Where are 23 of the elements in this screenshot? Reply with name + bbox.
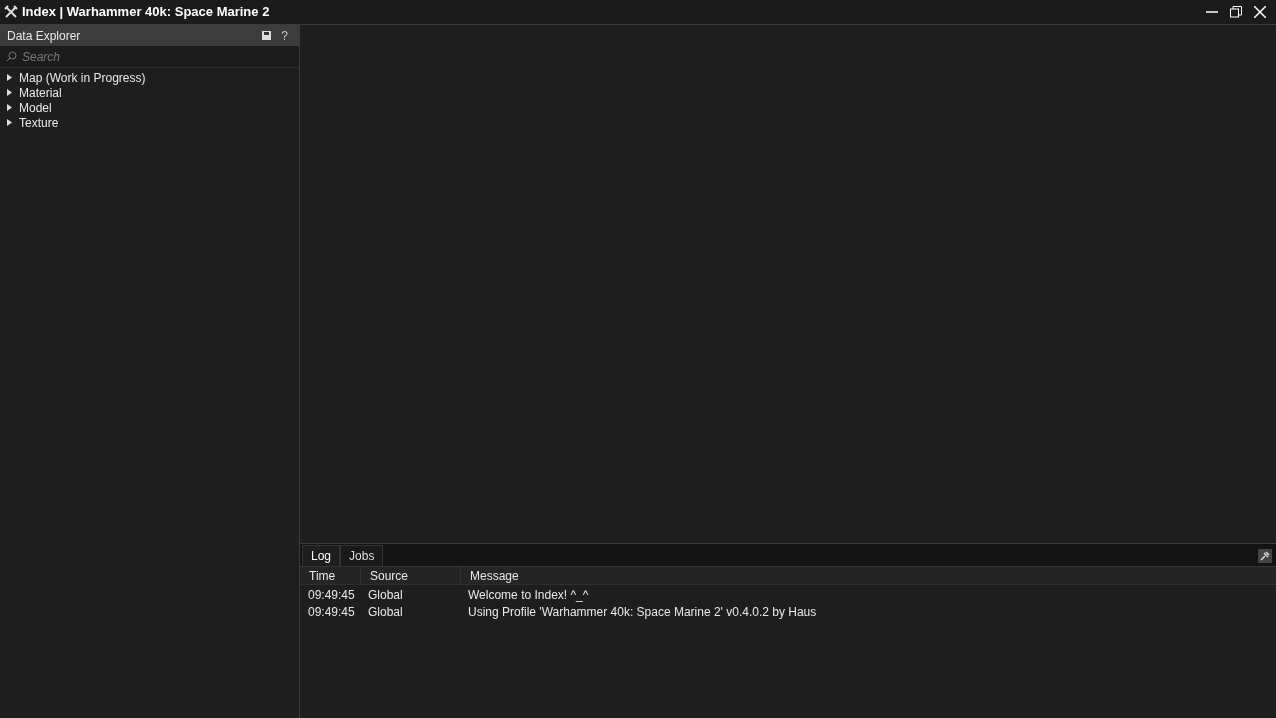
table-cell-text: 09:49:45 [307, 586, 356, 604]
column-header[interactable]: Message [460, 566, 1276, 585]
search-field[interactable]: Search [22, 47, 293, 66]
window-title: Index | Warhammer 40k: Space Marine 2 [22, 3, 270, 22]
table-cell-text: Welcome to Index! ^_^ [467, 586, 590, 604]
close-icon[interactable] [1254, 6, 1266, 18]
tree-item[interactable]: Model [0, 100, 299, 115]
column-header[interactable]: Time [300, 566, 360, 585]
search-icon [6, 51, 17, 62]
tree-item[interactable]: Texture [0, 115, 299, 130]
panel-tab[interactable]: Jobs [340, 545, 384, 566]
panel-title: Data Explorer [7, 27, 81, 45]
tree-item[interactable]: Map (Work in Progress) [0, 70, 299, 85]
table-cell-text: Using Profile 'Warhammer 40k: Space Marine 2' v0.4.0.2 by Haus [467, 603, 818, 621]
tree-item[interactable]: Material [0, 85, 299, 100]
table-cell-text: Global [367, 586, 404, 604]
help-button[interactable]: ? [281, 26, 288, 45]
table-cell-text: Global [367, 603, 404, 621]
table-cell-text: 09:49:45 [307, 603, 356, 621]
save-icon[interactable] [262, 31, 272, 40]
restore-icon[interactable] [1230, 6, 1242, 18]
panel-tab[interactable]: Log [302, 545, 341, 566]
column-header[interactable]: Source [360, 566, 460, 585]
